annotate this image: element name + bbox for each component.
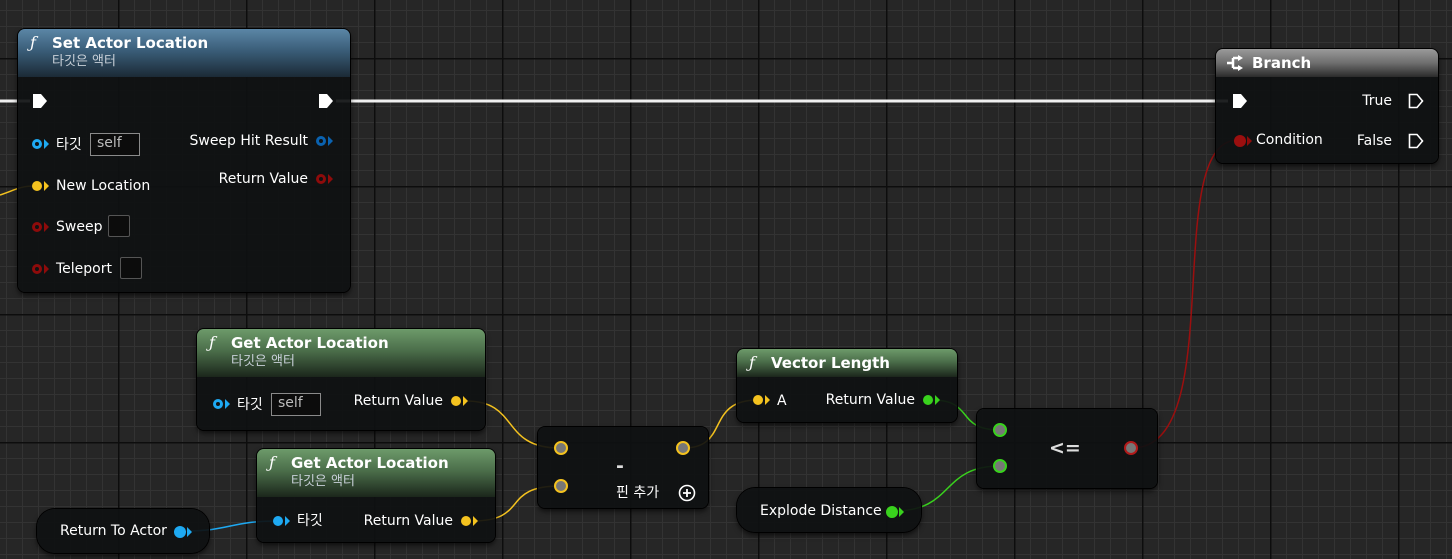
- subtract-node[interactable]: - 핀 추가: [538, 427, 708, 508]
- condition-pin-arrow: [1247, 136, 1252, 146]
- true-label: True: [1362, 93, 1392, 109]
- false-label: False: [1356, 133, 1392, 149]
- target-self-field[interactable]: self: [271, 393, 321, 416]
- less-equal-node[interactable]: <=: [977, 409, 1157, 488]
- sweep-label: Sweep: [56, 219, 103, 235]
- teleport-pin-arrow: [44, 264, 49, 274]
- compare-input-a-pin[interactable]: [993, 423, 1007, 437]
- bool-wire-compare-to-branch: [1131, 139, 1239, 449]
- target-pin[interactable]: [273, 516, 283, 526]
- explode-distance-arrow: [899, 507, 904, 517]
- branch-title: Branch: [1252, 54, 1312, 72]
- a-input-arrow: [765, 395, 770, 405]
- sweep-hit-result-label: Sweep Hit Result: [189, 133, 308, 149]
- explode-distance-pin[interactable]: [886, 506, 898, 518]
- target-label: 타깃: [56, 137, 82, 153]
- subtract-input-b-pin[interactable]: [554, 479, 568, 493]
- get-actor-location-node-2[interactable]: ƒ Get Actor Location 타깃은 액터 타깃 Return Va…: [257, 449, 495, 542]
- compare-output-pin[interactable]: [1124, 441, 1138, 455]
- node-title: Get Actor Location: [291, 454, 449, 472]
- node-subtitle: 타깃은 액터: [291, 474, 355, 489]
- add-pin-icon[interactable]: [678, 484, 696, 502]
- exec-in-pin[interactable]: [32, 93, 48, 109]
- return-value-label: Return Value: [218, 171, 308, 187]
- branch-node[interactable]: Branch Condition True False: [1216, 49, 1438, 163]
- node-subtitle: 타깃은 액터: [231, 354, 295, 369]
- return-value-label: Return Value: [825, 392, 915, 408]
- function-icon: ƒ: [30, 33, 36, 52]
- node-title: Vector Length: [771, 354, 890, 372]
- set-actor-location-node[interactable]: ƒ Set Actor Location 타깃은 액터 타깃 self New …: [18, 29, 350, 292]
- true-exec-pin[interactable]: [1408, 93, 1424, 109]
- return-to-actor-arrow: [187, 527, 192, 537]
- a-label: A: [777, 393, 787, 409]
- target-pin-arrow: [285, 516, 290, 526]
- new-location-label: New Location: [56, 178, 151, 194]
- teleport-checkbox[interactable]: [120, 257, 142, 279]
- return-to-actor-label: Return To Actor: [60, 523, 167, 539]
- sweep-hit-result-arrow: [328, 136, 333, 146]
- target-pin-arrow: [225, 399, 230, 409]
- sweep-pin-arrow: [44, 222, 49, 232]
- return-value-pin[interactable]: [923, 395, 933, 405]
- sweep-hit-result-pin[interactable]: [316, 136, 326, 146]
- return-to-actor-node[interactable]: Return To Actor: [37, 509, 209, 553]
- set-actor-location-header[interactable]: ƒ Set Actor Location 타깃은 액터: [18, 29, 350, 77]
- return-value-arrow: [328, 174, 333, 184]
- return-value-pin[interactable]: [316, 174, 326, 184]
- new-location-pin-arrow: [44, 181, 49, 191]
- a-input-pin[interactable]: [753, 395, 763, 405]
- branch-header[interactable]: Branch: [1216, 49, 1438, 77]
- return-value-arrow: [473, 516, 478, 526]
- function-icon: ƒ: [749, 353, 755, 372]
- target-self-field[interactable]: self: [90, 133, 140, 156]
- return-value-label: Return Value: [353, 393, 443, 409]
- teleport-label: Teleport: [56, 261, 112, 277]
- target-label: 타깃: [237, 397, 263, 413]
- function-icon: ƒ: [269, 453, 275, 472]
- return-value-label: Return Value: [363, 513, 453, 529]
- function-icon: ƒ: [209, 333, 215, 352]
- add-pin-label[interactable]: 핀 추가: [616, 485, 659, 501]
- condition-label: Condition: [1256, 132, 1323, 148]
- get-actor-location-header-2[interactable]: ƒ Get Actor Location 타깃은 액터: [257, 449, 495, 497]
- target-pin-arrow: [44, 139, 49, 149]
- condition-pin[interactable]: [1234, 135, 1246, 147]
- explode-distance-label: Explode Distance: [760, 503, 882, 519]
- vector-length-node[interactable]: ƒ Vector Length A Return Value: [737, 349, 957, 422]
- target-pin[interactable]: [32, 139, 42, 149]
- return-value-arrow: [463, 396, 468, 406]
- compare-operator: <=: [1049, 437, 1081, 459]
- compare-input-b-pin[interactable]: [993, 459, 1007, 473]
- subtract-output-pin[interactable]: [676, 441, 690, 455]
- node-subtitle: 타깃은 액터: [52, 54, 116, 69]
- vector-length-header[interactable]: ƒ Vector Length: [737, 349, 957, 377]
- get-actor-location-node-1[interactable]: ƒ Get Actor Location 타깃은 액터 타깃 self Retu…: [197, 329, 485, 430]
- branch-exec-in-pin[interactable]: [1232, 93, 1248, 109]
- explode-distance-node[interactable]: Explode Distance: [737, 488, 921, 532]
- branch-icon: [1227, 55, 1243, 71]
- new-location-pin[interactable]: [32, 181, 42, 191]
- node-title: Get Actor Location: [231, 334, 389, 352]
- exec-out-pin[interactable]: [318, 93, 334, 109]
- get-actor-location-header-1[interactable]: ƒ Get Actor Location 타깃은 액터: [197, 329, 485, 377]
- return-value-arrow: [935, 395, 940, 405]
- return-value-pin[interactable]: [451, 396, 461, 406]
- return-to-actor-pin[interactable]: [174, 526, 186, 538]
- target-label: 타깃: [297, 513, 323, 529]
- subtract-operator: -: [616, 455, 624, 477]
- return-value-pin[interactable]: [461, 516, 471, 526]
- node-title: Set Actor Location: [52, 34, 209, 52]
- subtract-input-a-pin[interactable]: [554, 441, 568, 455]
- false-exec-pin[interactable]: [1408, 133, 1424, 149]
- sweep-checkbox[interactable]: [108, 215, 130, 237]
- teleport-pin[interactable]: [32, 264, 42, 274]
- target-pin[interactable]: [213, 399, 223, 409]
- sweep-pin[interactable]: [32, 222, 42, 232]
